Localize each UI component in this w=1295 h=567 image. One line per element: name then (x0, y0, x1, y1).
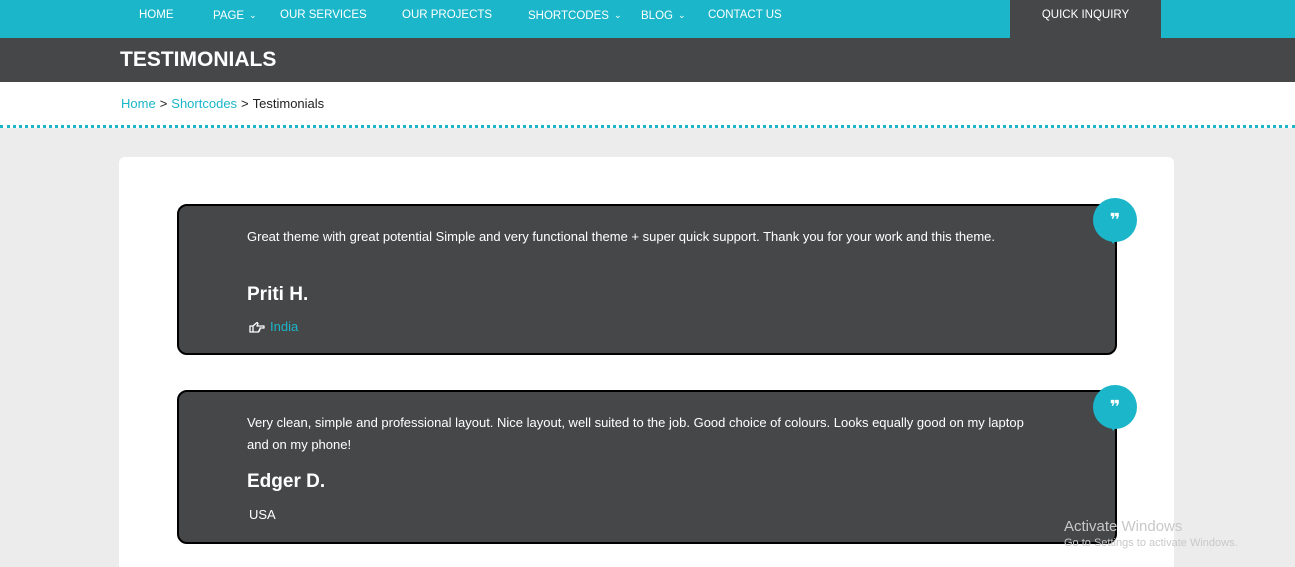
svg-text:❞: ❞ (1110, 397, 1121, 418)
nav-item-label: OUR SERVICES (280, 9, 367, 21)
watermark-title: Activate Windows (1064, 518, 1183, 535)
nav-item-our-projects[interactable]: OUR PROJECTS (402, 8, 492, 22)
breadcrumb-separator: > (159, 96, 168, 111)
testimonial-location: USA (249, 507, 276, 522)
nav-item-label: CONTACT US (708, 9, 782, 21)
nav-item-label: SHORTCODES (528, 10, 609, 22)
page-title: TESTIMONIALS (120, 48, 277, 71)
chevron-down-icon: ⌄ (677, 10, 686, 20)
breadcrumb-current: Testimonials (252, 96, 325, 111)
nav-item-label: PAGE (213, 10, 245, 22)
nav-item-contact-us[interactable]: CONTACT US (708, 8, 782, 22)
testimonial-text: Great theme with great potential Simple … (247, 229, 996, 244)
quick-inquiry-button[interactable]: QUICK INQUIRY (1010, 0, 1161, 38)
chevron-down-icon: ⌄ (249, 10, 257, 20)
nav-item-label: OUR PROJECTS (402, 9, 493, 21)
testimonial-text: Very clean, simple and professional layo… (247, 415, 1024, 452)
nav-item-blog[interactable]: BLOG ⌄ (641, 8, 686, 23)
breadcrumb: Home > Shortcodes > Testimonials (121, 96, 324, 111)
watermark-subtitle: Go to Settings to activate Windows. (1064, 537, 1238, 549)
testimonial-card: Great theme with great potential Simple … (177, 204, 1117, 355)
testimonial-author: Edger D. (247, 471, 326, 492)
nav-item-our-services[interactable]: OUR SERVICES (280, 8, 367, 22)
testimonial-location-link[interactable]: India (270, 319, 298, 334)
chevron-down-icon: ⌄ (613, 10, 622, 20)
quote-icon: ❞ (1092, 385, 1138, 431)
breadcrumb-link-home[interactable]: Home (121, 96, 156, 111)
windows-activation-watermark: Activate Windows Go to Settings to activ… (1064, 518, 1238, 549)
breadcrumb-bar: Home > Shortcodes > Testimonials (0, 82, 1295, 128)
nav-item-label: HOME (139, 9, 174, 21)
breadcrumb-link-shortcodes[interactable]: Shortcodes (171, 96, 237, 111)
testimonial-author: Priti H. (247, 284, 309, 305)
page-title-bar: TESTIMONIALS (0, 38, 1295, 82)
testimonial-location: India (249, 319, 298, 334)
nav-item-page[interactable]: PAGE ⌄ (213, 8, 257, 23)
nav-item-home[interactable]: HOME (139, 8, 174, 22)
svg-text:❞: ❞ (1110, 210, 1121, 231)
top-navigation: HOME PAGE ⌄ OUR SERVICES OUR PROJECTS SHO… (0, 0, 1295, 38)
breadcrumb-separator: > (241, 96, 249, 111)
hand-pointing-icon (249, 321, 265, 333)
nav-item-label: BLOG (641, 10, 673, 22)
testimonial-card: Very clean, simple and professional layo… (177, 390, 1117, 544)
nav-item-shortcodes[interactable]: SHORTCODES ⌄ (528, 8, 622, 23)
quote-icon: ❞ (1092, 198, 1138, 244)
